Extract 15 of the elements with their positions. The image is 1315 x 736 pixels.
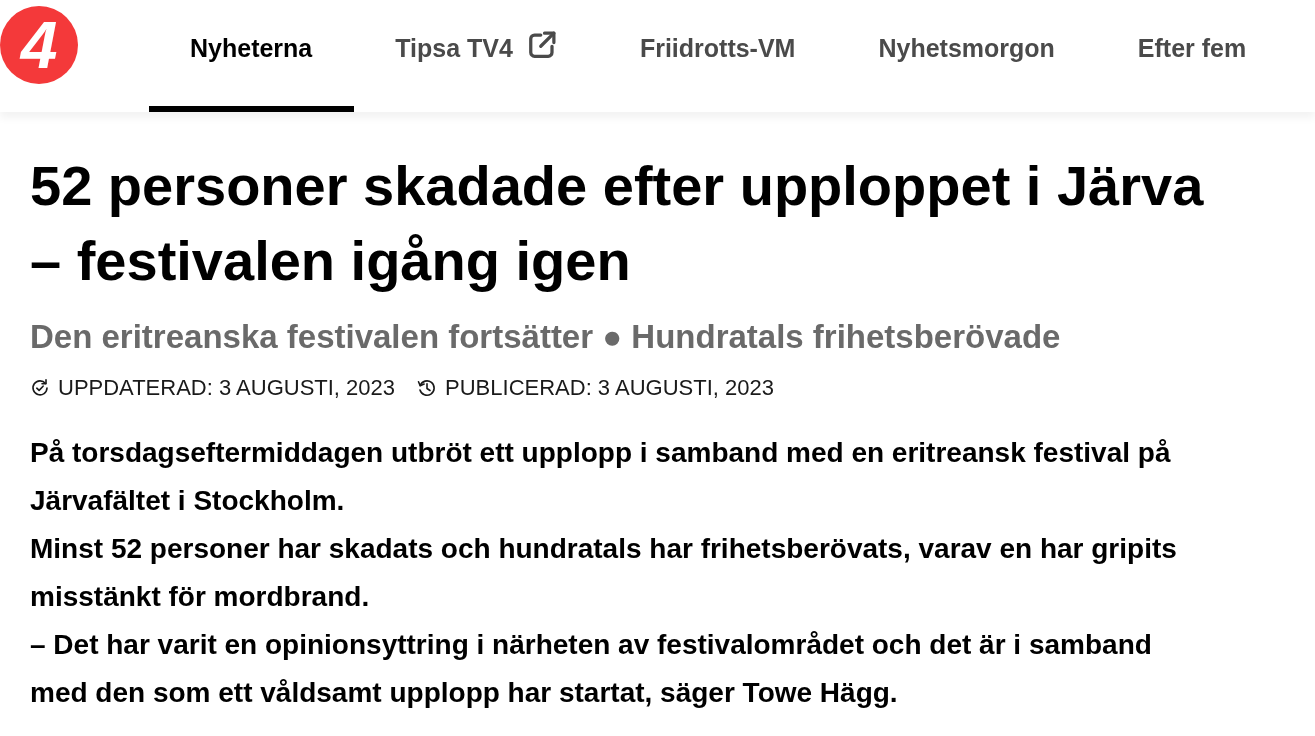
article-paragraph: På torsdagseftermiddagen utbröt ett upplopp i samband med en eritreansk festival på Järvafältet i Stockholm. [30,436,1172,518]
article-headline: 52 personer skadade efter upploppet i Järva – festivalen igång igen [30,153,1205,294]
history-clock-icon [417,378,438,398]
nav-tab[interactable]: Friidrotts-VM [598,0,838,112]
date-label: PUBLICERAD: 3 AUGUSTI, 2023 [445,374,774,402]
nav-tab[interactable]: Tipsa TV4 [354,0,599,112]
article-paragraph: – Det har varit en opinionsyttring i närheten av festivalområdet och det är i samband med den som ett våldsamt upplopp har startat, säger Towe Hägg. [30,628,1153,710]
logo[interactable]: 4 [0,6,78,84]
refresh-check-icon [30,378,50,398]
article-paragraph: Minst 52 personer har skadats och hundratals har frihetsberövats, varav en har gripits misstänkt för mordbrand. [30,532,1178,614]
article-subheadline: Den eritreanska festivalen fortsätter ● Hundratals frihetsberövade [30,317,1062,357]
nav-tab[interactable]: Efter fem [1096,0,1289,112]
nav-tab[interactable]: Nyheterna [149,0,355,112]
nav-tab[interactable]: Nyhetsmorgon [837,0,1097,112]
date-label: UPPDATERAD: 3 AUGUSTI, 2023 [58,374,396,402]
